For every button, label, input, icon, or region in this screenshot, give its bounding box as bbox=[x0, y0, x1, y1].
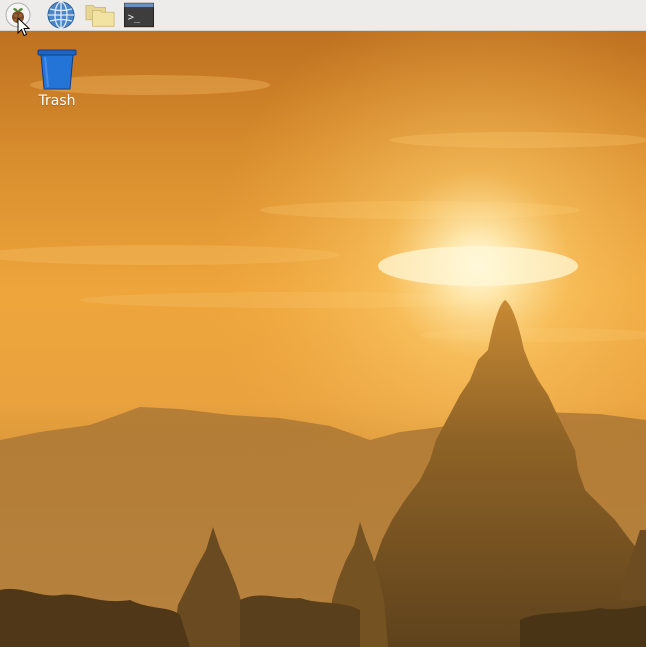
applications-menu-button[interactable] bbox=[3, 1, 33, 29]
taskbar: >_ bbox=[0, 0, 646, 31]
web-browser-launcher[interactable] bbox=[46, 1, 76, 29]
file-manager-folders-icon bbox=[85, 5, 115, 27]
desktop: >_ Trash bbox=[0, 0, 646, 647]
svg-text:>_: >_ bbox=[128, 12, 141, 24]
terminal-icon: >_ bbox=[124, 2, 154, 28]
terminal-launcher[interactable]: >_ bbox=[124, 1, 154, 29]
raspberry-pi-menu-icon bbox=[5, 2, 31, 28]
desktop-wallpaper bbox=[0, 0, 646, 647]
web-browser-globe-icon bbox=[47, 1, 75, 29]
file-manager-launcher[interactable] bbox=[85, 1, 115, 29]
trash-bin-icon bbox=[36, 47, 78, 91]
desktop-icon-trash[interactable]: Trash bbox=[24, 44, 90, 116]
trash-label: Trash bbox=[38, 93, 76, 109]
